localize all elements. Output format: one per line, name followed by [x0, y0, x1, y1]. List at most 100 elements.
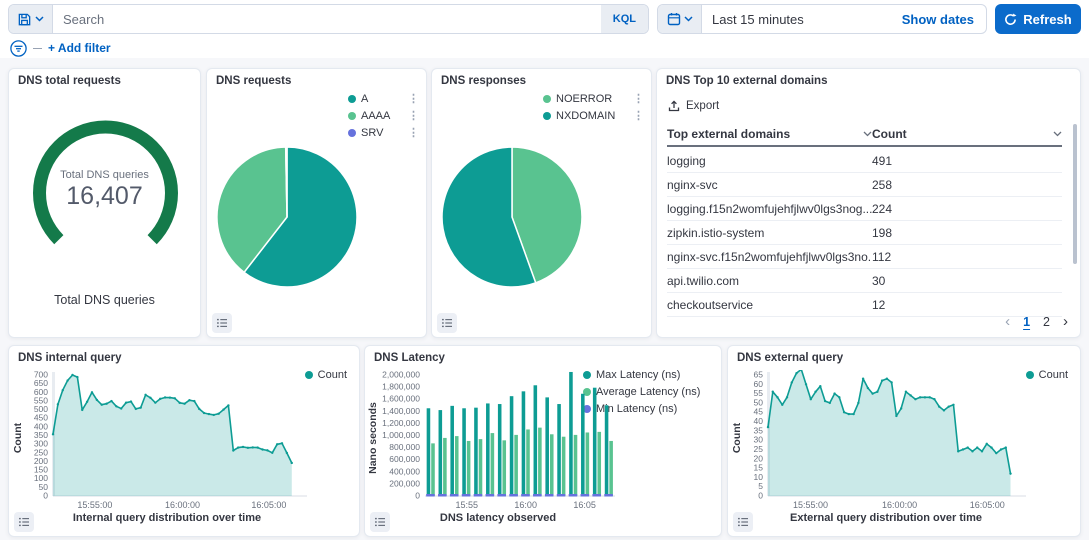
calendar-icon	[667, 12, 681, 26]
gauge-center-label: Total DNS queries	[9, 169, 200, 181]
panel-dns-requests: DNS requests A⋮AAAA⋮SRV⋮	[206, 68, 427, 338]
list-icon	[18, 516, 30, 528]
table-row[interactable]: logging.f15n2womfujehfjlwv0lgs3nog....22…	[667, 197, 1062, 221]
prev-page-button[interactable]: ‹	[1005, 316, 1010, 328]
svg-text:250: 250	[34, 447, 48, 457]
external-query-legend: Count	[1026, 369, 1068, 381]
table-row[interactable]: nginx-svc258	[667, 173, 1062, 197]
panel-dns-responses: DNS responses NOERROR⋮NXDOMAIN⋮	[431, 68, 652, 338]
panel-title: DNS internal query	[18, 352, 122, 364]
show-dates-link[interactable]: Show dates	[890, 5, 986, 33]
next-page-button[interactable]: ›	[1063, 316, 1068, 328]
legend-toggle-button[interactable]	[14, 512, 34, 532]
responses-pie-chart[interactable]	[432, 69, 653, 339]
list-icon	[441, 317, 453, 329]
legend-item: Count	[1026, 369, 1068, 381]
svg-text:20: 20	[754, 453, 764, 463]
legend-label[interactable]: Count	[318, 369, 347, 381]
domain-cell: api.twilio.com	[667, 274, 872, 288]
legend-toggle-button[interactable]	[437, 313, 457, 333]
page-button-1[interactable]: 1	[1023, 315, 1030, 329]
count-cell: 12	[872, 298, 1062, 312]
svg-text:1,600,000: 1,600,000	[382, 394, 420, 404]
filter-divider	[33, 48, 42, 49]
legend-toggle-button[interactable]	[370, 512, 390, 532]
svg-text:50: 50	[754, 397, 764, 407]
filter-icon[interactable]	[10, 40, 27, 57]
table-row[interactable]: nginx-svc.f15n2womfujehfjlwv0lgs3no...11…	[667, 245, 1062, 269]
svg-text:0: 0	[758, 491, 763, 501]
count-cell: 112	[872, 250, 1062, 264]
table-row[interactable]: logging491	[667, 149, 1062, 173]
gauge-value: 16,407	[9, 182, 200, 211]
domain-cell: logging	[667, 154, 872, 168]
chevron-down-icon[interactable]	[1053, 131, 1062, 137]
count-cell: 224	[872, 202, 1062, 216]
table-row[interactable]: checkoutservice12	[667, 293, 1062, 317]
svg-text:200,000: 200,000	[389, 478, 420, 488]
svg-text:550: 550	[34, 395, 48, 405]
legend-toggle-button[interactable]	[733, 512, 753, 532]
x-axis-title: Internal query distribution over time	[23, 512, 311, 524]
panel-title: DNS total requests	[18, 75, 121, 87]
svg-text:16:00:00: 16:00:00	[165, 500, 200, 510]
table-pagination: ‹ 12 ›	[1005, 315, 1068, 329]
svg-text:450: 450	[34, 413, 48, 423]
svg-text:100: 100	[34, 473, 48, 483]
date-picker-control: Last 15 minutes Show dates	[657, 4, 987, 34]
panel-title: DNS external query	[737, 352, 843, 364]
svg-text:10: 10	[754, 472, 764, 482]
add-filter-link[interactable]: + Add filter	[48, 41, 111, 55]
search-input[interactable]	[53, 5, 601, 33]
svg-text:650: 650	[34, 378, 48, 388]
svg-text:60: 60	[754, 379, 764, 389]
dashboard-grid: DNS total requests Total DNS queries 16,…	[0, 58, 1089, 540]
search-control: KQL	[8, 4, 649, 34]
svg-text:16:00:00: 16:00:00	[882, 500, 917, 510]
svg-text:600,000: 600,000	[389, 454, 420, 464]
column-header-label: Count	[872, 127, 907, 141]
internal-query-chart[interactable]: 0501001502002503003504004505005506006507…	[23, 370, 311, 510]
latency-chart[interactable]: 0200,000400,000600,000800,0001,000,0001,…	[377, 370, 619, 510]
list-icon	[374, 516, 386, 528]
table-row[interactable]: api.twilio.com30	[667, 269, 1062, 293]
column-header-domains[interactable]: Top external domains	[667, 127, 872, 141]
svg-text:2,000,000: 2,000,000	[382, 370, 420, 380]
legend-label[interactable]: Count	[1039, 369, 1068, 381]
export-label: Export	[686, 100, 719, 112]
panel-dns-top-external-domains: DNS Top 10 external domains Export Top e…	[656, 68, 1081, 338]
count-cell: 198	[872, 226, 1062, 240]
table-row[interactable]: zipkin.istio-system198	[667, 221, 1062, 245]
svg-text:35: 35	[754, 425, 764, 435]
svg-text:1,800,000: 1,800,000	[382, 382, 420, 392]
saved-query-button[interactable]	[9, 5, 53, 33]
svg-text:16:05: 16:05	[573, 500, 596, 510]
svg-text:16:05:00: 16:05:00	[251, 500, 286, 510]
time-range-value[interactable]: Last 15 minutes	[702, 5, 890, 33]
panel-title: DNS Top 10 external domains	[666, 75, 827, 87]
panel-dns-internal-query: DNS internal query Count Count 050100150…	[8, 345, 360, 537]
domain-cell: nginx-svc	[667, 178, 872, 192]
export-button[interactable]: Export	[668, 100, 719, 112]
table-scrollbar[interactable]	[1073, 124, 1077, 264]
page-button-2[interactable]: 2	[1043, 315, 1050, 329]
legend-toggle-button[interactable]	[212, 313, 232, 333]
svg-text:1,400,000: 1,400,000	[382, 406, 420, 416]
count-cell: 30	[872, 274, 1062, 288]
svg-text:300: 300	[34, 439, 48, 449]
refresh-label: Refresh	[1023, 12, 1071, 27]
kql-toggle[interactable]: KQL	[601, 5, 648, 33]
svg-text:50: 50	[39, 482, 49, 492]
column-header-count[interactable]: Count	[872, 127, 1062, 141]
svg-text:16:00: 16:00	[514, 500, 537, 510]
calendar-button[interactable]	[658, 5, 702, 33]
svg-text:15:55:00: 15:55:00	[77, 500, 112, 510]
chevron-down-icon[interactable]	[863, 131, 872, 137]
svg-text:15:55: 15:55	[456, 500, 479, 510]
svg-text:16:05:00: 16:05:00	[970, 500, 1005, 510]
svg-text:40: 40	[754, 416, 764, 426]
requests-pie-chart[interactable]	[207, 69, 428, 339]
refresh-button[interactable]: Refresh	[995, 4, 1081, 34]
external-query-chart[interactable]: 0510152025303540455055606515:55:0016:00:…	[742, 370, 1030, 510]
count-cell: 258	[872, 178, 1062, 192]
